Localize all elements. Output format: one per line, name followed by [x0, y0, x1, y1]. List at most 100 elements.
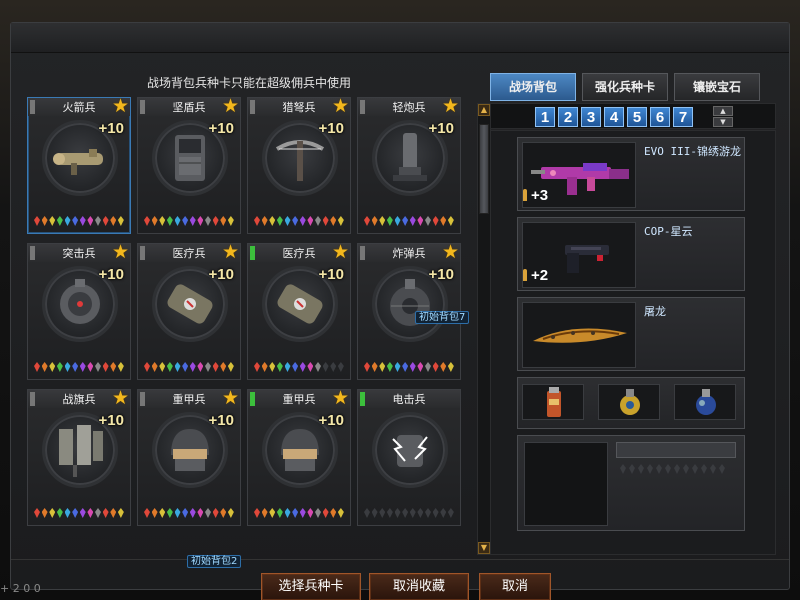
scroll-down-button[interactable]: ▼ — [478, 542, 490, 554]
smoke-grenade-item[interactable] — [674, 384, 736, 420]
gem-icon — [212, 216, 219, 226]
gem-icon — [117, 508, 124, 518]
page-button-4[interactable]: 4 — [604, 107, 624, 127]
gem-icon — [117, 362, 124, 372]
gem-icon — [56, 216, 63, 226]
scroll-up-button[interactable]: ▲ — [478, 104, 490, 116]
gem-icon — [276, 362, 283, 372]
gem-icon — [371, 216, 378, 226]
gem-icon — [95, 362, 101, 372]
page-down-icon[interactable]: ▼ — [713, 117, 733, 127]
gem-icon — [227, 216, 234, 226]
card-header: 炸弹兵 ★ — [358, 242, 460, 262]
gem-icon — [276, 216, 283, 226]
enhance-level: +10 — [318, 266, 344, 283]
usage-hint: 战场背包兵种卡只能在超级佣兵中使用 — [146, 76, 351, 90]
gem-icon — [117, 216, 124, 226]
star-icon: ★ — [221, 241, 239, 263]
gem-icon — [364, 216, 370, 226]
tab-enhance-card[interactable]: 强化兵种卡 — [582, 73, 668, 101]
footer-divider — [11, 559, 789, 560]
gem-icon — [189, 508, 196, 518]
soldier-card[interactable]: 火箭兵 ★ +10 — [27, 97, 131, 234]
melee-weapon-slot[interactable]: 屠龙 — [517, 297, 745, 371]
secondary-ammo-count: +2 — [523, 267, 548, 284]
gem-slots — [364, 362, 454, 372]
select-card-button[interactable]: 选择兵种卡 — [261, 573, 361, 600]
gem-icon — [394, 508, 401, 518]
soldier-card[interactable]: 重甲兵 ★ +10 — [137, 388, 241, 526]
gem-icon — [417, 216, 424, 226]
gem-slots — [364, 216, 454, 226]
primary-weapon-slot[interactable]: +3 EVO III-锦绣游龙 — [517, 137, 745, 211]
card-header: 战旗兵 ★ — [28, 388, 130, 408]
gem-icon — [402, 216, 409, 226]
card-header: 猎弩兵 ★ — [248, 97, 350, 116]
backpack-dialog: 战场背包兵种卡只能在超级佣兵中使用 火箭兵 ★ +10 坚盾兵 ★ +10 猎弩兵 ★ +10 轻… — [10, 22, 790, 600]
cancel-favorite-button[interactable]: 取消收藏 — [369, 573, 469, 600]
gem-icon — [189, 362, 196, 372]
scroll-thumb[interactable] — [479, 124, 489, 214]
gem-icon — [34, 508, 40, 518]
gem-icon — [79, 216, 86, 226]
card-scrollbar[interactable]: ▲ ▼ — [477, 103, 491, 555]
gem-icon — [174, 362, 181, 372]
gem-icon — [227, 508, 234, 518]
page-button-2[interactable]: 2 — [558, 107, 578, 127]
soldier-card[interactable]: 坚盾兵 ★ +10 — [137, 97, 241, 234]
soldier-card[interactable]: 医疗兵 ★ +10 — [247, 242, 351, 380]
gem-icon — [307, 216, 314, 226]
star-icon: ★ — [111, 97, 129, 117]
grenade-item[interactable] — [522, 384, 584, 420]
tab-battle-backpack[interactable]: 战场背包 — [490, 73, 576, 101]
gem-icon — [440, 508, 447, 518]
page-button-1[interactable]: 1 — [535, 107, 555, 127]
card-header: 重甲兵 ★ — [138, 388, 240, 408]
page-button-6[interactable]: 6 — [650, 107, 670, 127]
soldier-card[interactable]: 电击兵 — [357, 389, 461, 526]
gem-icon — [174, 508, 181, 518]
gem-icon — [144, 508, 150, 518]
page-button-3[interactable]: 3 — [581, 107, 601, 127]
soldier-card[interactable]: 猎弩兵 ★ +10 — [247, 97, 351, 234]
soldier-card[interactable]: 战旗兵 ★ +10 — [27, 388, 131, 526]
gem-icon — [205, 362, 211, 372]
card-header: 突击兵 ★ — [28, 242, 130, 262]
gem-icon — [166, 508, 173, 518]
page-up-icon[interactable]: ▲ — [713, 106, 733, 116]
gem-icon — [386, 216, 393, 226]
melee-weapon-image — [522, 302, 636, 368]
soldier-card[interactable]: 突击兵 ★ +10 — [27, 242, 131, 380]
gem-icon — [402, 508, 409, 518]
secondary-weapon-name: COP-星云 — [644, 225, 693, 238]
soldier-card[interactable]: 重甲兵 ★ +10 — [247, 388, 351, 526]
page-button-7[interactable]: 7 — [673, 107, 693, 127]
gem-icon — [284, 362, 291, 372]
gem-icon — [371, 508, 378, 518]
enhance-level: +10 — [98, 412, 124, 429]
gem-icon — [447, 216, 454, 226]
gem-icon — [49, 216, 56, 226]
page-button-5[interactable]: 5 — [627, 107, 647, 127]
gem-icon — [315, 508, 321, 518]
card-equip-slot[interactable] — [517, 435, 745, 531]
gem-icon — [379, 362, 386, 372]
soldier-card[interactable]: 轻炮兵 ★ +10 — [357, 97, 461, 234]
gem-icon — [447, 508, 454, 518]
gem-icon — [417, 362, 424, 372]
gem-slots — [34, 362, 124, 372]
gem-icon — [261, 508, 268, 518]
gem-icon — [110, 362, 117, 372]
gem-icon — [110, 216, 117, 226]
soldier-card[interactable]: 医疗兵 ★ +10 — [137, 241, 241, 380]
gem-icon — [254, 362, 260, 372]
tab-inlay-gem[interactable]: 镶嵌宝石 — [674, 73, 760, 101]
gem-icon — [322, 508, 329, 518]
empty-card-slot[interactable] — [524, 442, 608, 526]
secondary-weapon-slot[interactable]: +2 COP-星云 — [517, 217, 745, 291]
gem-slots — [364, 508, 454, 518]
cancel-button[interactable]: 取消 — [479, 573, 551, 600]
flash-grenade-item[interactable] — [598, 384, 660, 420]
throwables-slot — [517, 377, 745, 429]
gem-icon — [307, 508, 314, 518]
